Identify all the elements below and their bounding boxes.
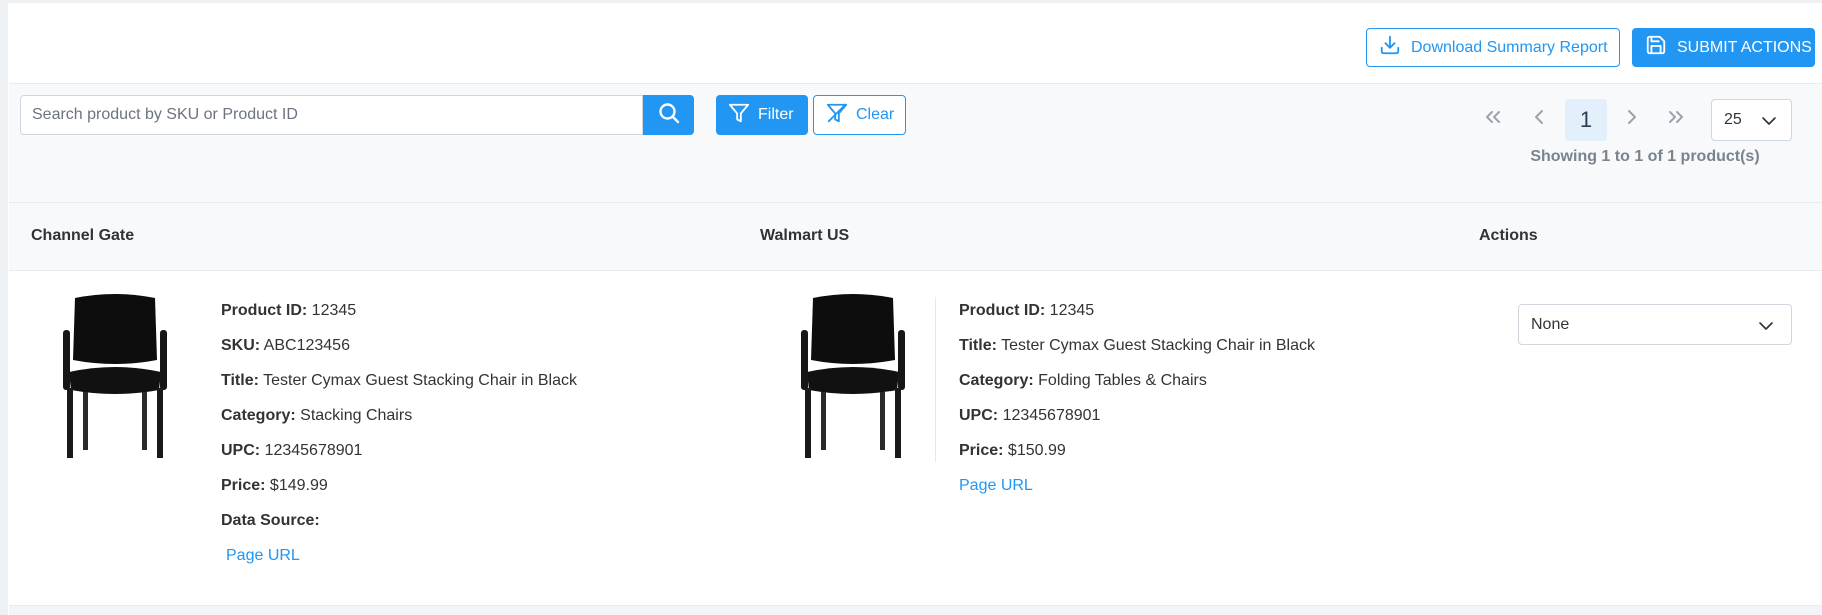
title-label: Title: [959,337,997,354]
price-value: $149.99 [269,477,328,494]
sku-label: SKU: [221,337,261,354]
search-button[interactable] [643,95,694,135]
category-value: Folding Tables & Chairs [1038,372,1207,389]
chevrons-left-icon [1481,105,1505,134]
channel-gate-data-source: Data Source: [221,512,320,530]
product-id-label: Product ID: [959,302,1046,319]
submit-actions-button[interactable]: SUBMIT ACTIONS [1632,28,1815,67]
save-icon [1645,34,1667,61]
page-size-value: 25 [1724,111,1742,128]
channel-gate-product-image [63,294,167,458]
upc-label: UPC: [221,442,261,459]
walmart-page-url-link[interactable]: Page URL [959,477,1033,495]
channel-gate-upc: UPC: 12345678901 [221,442,362,460]
category-value: Stacking Chairs [300,407,413,424]
title-label: Title: [221,372,259,389]
filter-label: Filter [758,106,794,123]
action-select[interactable]: None [1518,304,1792,345]
clear-label: Clear [856,106,895,123]
current-page-button[interactable]: 1 [1565,99,1607,141]
previous-page-button[interactable] [1521,101,1557,137]
table-header-row [9,202,1822,271]
data-source-label: Data Source: [221,512,320,529]
page-size-select[interactable]: 25 [1711,99,1792,141]
download-summary-report-button[interactable]: Download Summary Report [1366,28,1620,67]
column-divider [935,297,936,462]
chevron-down-icon [1759,112,1779,135]
walmart-category: Category: Folding Tables & Chairs [959,372,1207,390]
price-label: Price: [959,442,1004,459]
channel-gate-product-id: Product ID: 12345 [221,302,356,320]
chevrons-right-icon [1664,105,1688,134]
channel-gate-category: Category: Stacking Chairs [221,407,412,425]
download-summary-report-label: Download Summary Report [1411,38,1608,56]
walmart-price: Price: $150.99 [959,442,1066,460]
action-select-value: None [1531,315,1570,333]
product-id-value: 12345 [1049,302,1095,319]
channel-gate-price: Price: $149.99 [221,477,328,495]
category-label: Category: [221,407,296,424]
chevron-down-icon [1755,317,1777,340]
pagination-summary: Showing 1 to 1 of 1 product(s) [1530,148,1760,165]
column-header-walmart-us: Walmart US [760,227,850,244]
top-border [0,0,1822,3]
column-header-actions: Actions [1479,227,1538,244]
title-value: Tester Cymax Guest Stacking Chair in Bla… [1001,337,1315,354]
chevron-left-icon [1527,105,1551,134]
next-page-button[interactable] [1614,101,1650,137]
category-label: Category: [959,372,1034,389]
walmart-upc: UPC: 12345678901 [959,407,1100,425]
channel-gate-title: Title: Tester Cymax Guest Stacking Chair… [221,372,577,390]
search-icon [657,101,681,130]
walmart-product-image [801,294,905,458]
table-row-divider [9,605,1822,615]
clear-filter-icon [826,102,848,129]
product-id-value: 12345 [311,302,357,319]
upc-value: 12345678901 [264,442,363,459]
channel-gate-sku: SKU: ABC123456 [221,337,350,355]
clear-filter-button[interactable]: Clear [813,95,906,135]
product-id-label: Product ID: [221,302,308,319]
download-icon [1379,34,1401,61]
sku-value: ABC123456 [263,337,350,354]
walmart-product-id: Product ID: 12345 [959,302,1094,320]
upc-label: UPC: [959,407,999,424]
last-page-button[interactable] [1658,101,1694,137]
submit-actions-label: SUBMIT ACTIONS [1677,38,1812,56]
column-header-channel-gate: Channel Gate [31,227,135,244]
left-border [0,0,8,615]
walmart-title: Title: Tester Cymax Guest Stacking Chair… [959,337,1315,355]
upc-value: 12345678901 [1002,407,1101,424]
first-page-button[interactable] [1475,101,1511,137]
price-label: Price: [221,477,266,494]
filter-icon [728,102,750,129]
chevron-right-icon [1620,105,1644,134]
filter-button[interactable]: Filter [716,95,808,135]
search-input[interactable] [20,95,643,135]
title-value: Tester Cymax Guest Stacking Chair in Bla… [263,372,577,389]
price-value: $150.99 [1007,442,1066,459]
channel-gate-page-url-link[interactable]: Page URL [226,547,300,565]
